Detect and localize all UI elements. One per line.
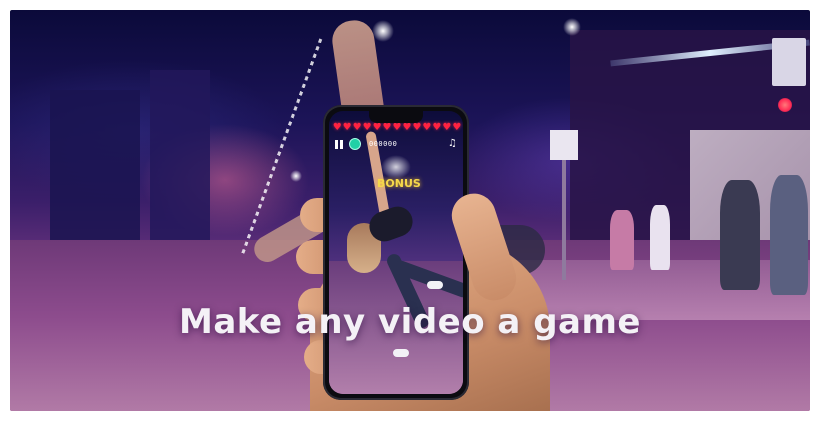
pedestrian (650, 205, 670, 270)
heart-icon: ♥ (342, 122, 352, 133)
street-lamp (290, 170, 302, 182)
heart-icon: ♥ (452, 122, 462, 133)
smartphone: ♥ ♥ ♥ ♥ ♥ ♥ ♥ ♥ ♥ ♥ ♥ ♥ ♥ 000000 ♫ BONUS (323, 105, 469, 400)
heart-icon: ♥ (382, 122, 392, 133)
heart-icon: ♥ (352, 122, 362, 133)
sign-pole (562, 140, 566, 280)
dancer-sneaker (427, 281, 443, 289)
pedestrian (610, 210, 634, 270)
heart-icon: ♥ (422, 122, 432, 133)
heart-icon: ♥ (402, 122, 412, 133)
street-sign (772, 38, 806, 86)
headline: Make any video a game (179, 302, 641, 342)
pedestrian (770, 175, 808, 295)
phone-notch (369, 111, 423, 123)
street-lamp (563, 18, 581, 36)
background-building (50, 90, 140, 240)
background-building (150, 70, 210, 240)
pause-icon[interactable] (335, 139, 343, 149)
bonus-glow (381, 155, 411, 179)
street-lamp (372, 20, 394, 42)
pedestrian (720, 180, 760, 290)
heart-icon: ♥ (372, 122, 382, 133)
pole-sign (550, 130, 578, 160)
heart-icon: ♥ (392, 122, 402, 133)
heart-icon: ♥ (332, 122, 342, 133)
game-hud: 000000 ♫ (335, 137, 457, 151)
lives-bar: ♥ ♥ ♥ ♥ ♥ ♥ ♥ ♥ ♥ ♥ ♥ ♥ ♥ (333, 121, 462, 135)
traffic-light (778, 98, 792, 112)
score-counter: 000000 (369, 140, 398, 148)
dancer-sneaker (393, 349, 409, 357)
heart-icon: ♥ (412, 122, 422, 133)
gem-icon (349, 138, 361, 150)
heart-icon: ♥ (362, 122, 372, 133)
music-note-icon[interactable]: ♫ (448, 139, 457, 149)
hero-banner: ♥ ♥ ♥ ♥ ♥ ♥ ♥ ♥ ♥ ♥ ♥ ♥ ♥ 000000 ♫ BONUS Make any vi… (10, 10, 810, 411)
heart-icon: ♥ (432, 122, 442, 133)
bonus-label: BONUS (377, 177, 421, 190)
phone-screen: ♥ ♥ ♥ ♥ ♥ ♥ ♥ ♥ ♥ ♥ ♥ ♥ ♥ 000000 ♫ BONUS (329, 111, 463, 394)
heart-icon: ♥ (442, 122, 452, 133)
